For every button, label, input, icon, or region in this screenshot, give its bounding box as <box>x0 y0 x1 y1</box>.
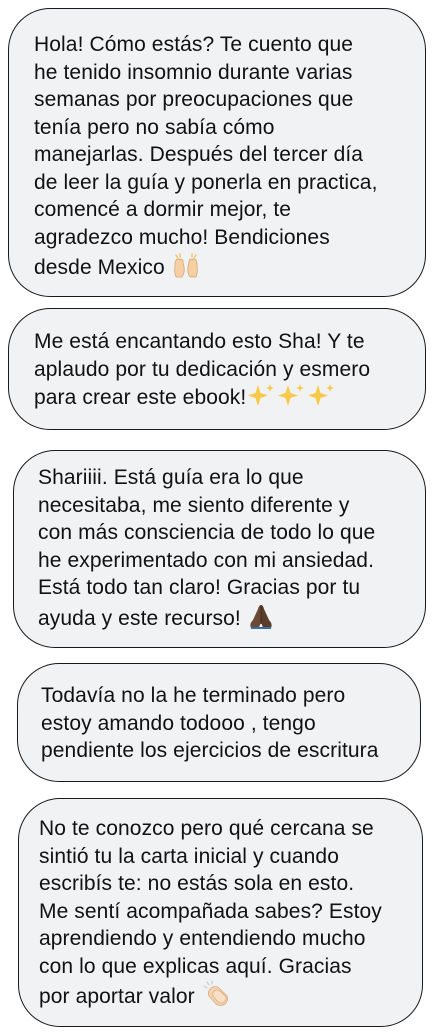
raising-hands-icon <box>171 251 201 287</box>
sparkles-icon <box>248 383 336 417</box>
message-text: Hola! Cómo estás? Te cuento que he tenid… <box>34 33 378 279</box>
testimonial-message-5: No te conozco pero qué cercana se sintió… <box>18 798 423 1027</box>
message-text: Shariiii. Está guía era lo que necesitab… <box>38 466 376 630</box>
testimonial-message-3: Shariiii. Está guía era lo que necesitab… <box>13 450 426 648</box>
clapping-hands-icon <box>201 980 231 1016</box>
testimonial-message-4: Todavía no la he terminado pero estoy am… <box>17 663 421 782</box>
folded-hands-icon <box>247 602 275 638</box>
message-text: Todavía no la he terminado pero estoy am… <box>41 684 379 762</box>
testimonial-message-1: Hola! Cómo estás? Te cuento que he tenid… <box>8 8 426 297</box>
testimonial-message-2: Me está encantando esto Sha! Y te aplaud… <box>8 308 426 430</box>
